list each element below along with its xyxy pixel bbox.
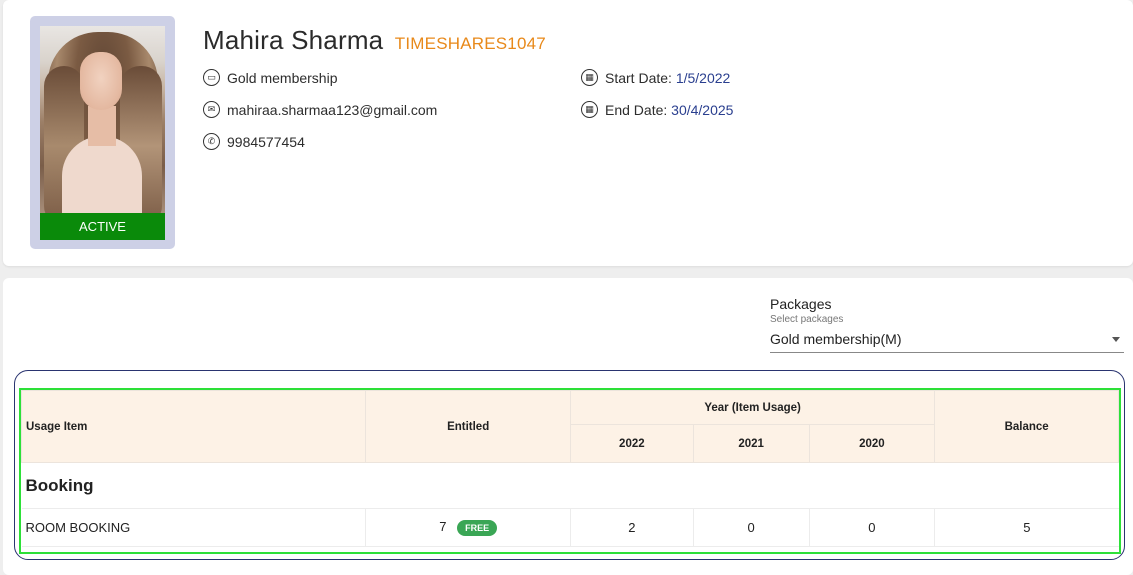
calendar-icon: ▦ [581, 101, 598, 118]
membership-row: ▭ Gold membership [203, 69, 338, 86]
calendar-icon: ▦ [581, 69, 598, 86]
member-code: TIMESHARES1047 [394, 34, 546, 53]
end-date-value: 30/4/2025 [671, 101, 734, 118]
membership-text: Gold membership [227, 69, 338, 86]
column-header-entitled: Entitled [365, 390, 571, 463]
free-badge: FREE [457, 519, 498, 536]
entitled-cell: 7 FREE [365, 508, 571, 547]
usage-2020-cell: 0 [809, 508, 936, 547]
column-header-year: 2020 [808, 424, 936, 463]
status-badge: ACTIVE [40, 213, 165, 240]
avatar-frame: ACTIVE [30, 16, 175, 249]
group-row: Booking [21, 462, 1119, 509]
usage-2021-cell: 0 [693, 508, 810, 547]
end-date-label: End Date: [605, 101, 668, 118]
member-name: Mahira Sharma [203, 25, 384, 55]
column-header-usage-item: Usage Item [20, 390, 367, 463]
column-header-year: 2022 [569, 424, 694, 463]
phone-row: ✆ 9984577454 [203, 133, 305, 150]
usage-card: Packages Select packages Gold membership… [3, 278, 1133, 575]
packages-label: Packages [770, 296, 832, 312]
phone-icon: ✆ [203, 133, 220, 150]
profile-card: ACTIVE Mahira Sharma TIMESHARES1047 ▭ Go… [3, 0, 1133, 266]
group-title: Booking [21, 462, 1119, 509]
usage-item-cell: ROOM BOOKING [21, 508, 367, 547]
packages-select[interactable]: Gold membership(M) [770, 329, 1124, 353]
table-row: ROOM BOOKING 7 FREE 2 0 0 5 [21, 508, 1119, 547]
column-header-balance: Balance [934, 390, 1119, 463]
end-date-row: ▦ End Date: 30/4/2025 [581, 101, 733, 118]
start-date-label: Start Date: [605, 69, 672, 86]
avatar [40, 26, 165, 226]
usage-table: Usage Item Entitled Year (Item Usage) Ba… [20, 390, 1119, 547]
packages-hint: Select packages [770, 314, 844, 325]
phone-text: 9984577454 [227, 133, 305, 150]
member-name-heading: Mahira Sharma TIMESHARES1047 [203, 25, 546, 56]
email-text: mahiraa.sharmaa123@gmail.com [227, 101, 438, 118]
usage-2022-cell: 2 [570, 508, 694, 547]
packages-selected-value: Gold membership(M) [770, 331, 902, 347]
column-header-year: 2021 [692, 424, 810, 463]
column-header-year-group: Year (Item Usage) [569, 390, 936, 425]
mail-icon: ✉ [203, 101, 220, 118]
card-icon: ▭ [203, 69, 220, 86]
email-row: ✉ mahiraa.sharmaa123@gmail.com [203, 101, 437, 118]
balance-cell: 5 [934, 508, 1119, 547]
start-date-value: 1/5/2022 [675, 69, 731, 86]
entitled-value: 7 [439, 519, 447, 535]
start-date-row: ▦ Start Date: 1/5/2022 [581, 69, 730, 86]
chevron-down-icon[interactable] [1112, 337, 1120, 342]
